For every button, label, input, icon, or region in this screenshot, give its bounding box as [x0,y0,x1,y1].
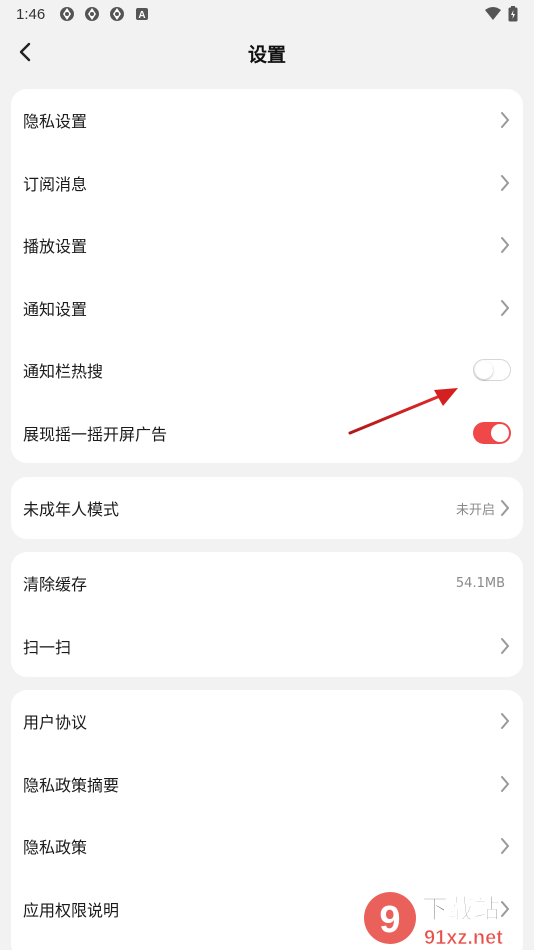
row-notification-bar-hot-search: 通知栏热搜 [11,339,523,402]
row-label: 通知设置 [23,299,88,319]
row-label: 应用权限说明 [23,900,120,920]
row-subscription-messages[interactable]: 订阅消息 [11,152,523,215]
row-label: 清除缓存 [23,575,88,595]
row-label: 扫一扫 [23,637,72,657]
row-minor-mode[interactable]: 未成年人模式 未开启 [11,477,523,539]
chevron-right-icon [501,112,510,129]
chevron-right-icon [501,713,510,730]
header: 设置 [0,30,534,74]
watermark-brand: 下载站 [422,895,500,925]
cache-size: 54.1MB [455,575,505,591]
row-label: 隐私政策摘要 [23,775,120,795]
row-label: 展现摇一摇开屏广告 [23,424,168,444]
app-notification-icon [60,7,75,21]
hot-search-toggle[interactable] [473,359,511,382]
row-notification-settings[interactable]: 通知设置 [11,277,523,340]
row-label: 播放设置 [23,237,88,257]
status-bar: 1:46 A [0,0,534,28]
svg-text:A: A [139,10,146,21]
page-title: 设置 [247,44,286,66]
watermark-emblem-icon: 9 [364,892,416,944]
row-scan[interactable]: 扫一扫 [11,615,523,678]
settings-group-tools: 清除缓存 54.1MB 扫一扫 [11,552,523,677]
status-right [484,6,518,22]
chevron-right-icon [501,299,510,316]
chevron-right-icon [501,237,510,254]
chevron-right-icon [501,838,510,855]
a-badge-icon: A [136,8,149,21]
minor-mode-status: 未开启 [455,502,495,518]
row-label: 订阅消息 [23,174,88,194]
row-privacy-settings[interactable]: 隐私设置 [11,89,523,152]
chevron-right-icon [501,500,510,517]
watermark-domain: 91xz.net [424,927,503,949]
settings-group-minor-mode: 未成年人模式 未开启 [11,477,523,539]
row-shake-splash-ad: 展现摇一摇开屏广告 [11,402,523,464]
row-clear-cache[interactable]: 清除缓存 54.1MB [11,552,523,615]
row-privacy-summary[interactable]: 隐私政策摘要 [11,753,523,816]
toggle-knob [475,360,493,379]
row-privacy-policy[interactable]: 隐私政策 [11,815,523,878]
row-user-agreement[interactable]: 用户协议 [11,690,523,753]
shake-ad-toggle[interactable] [473,421,511,444]
battery-icon [508,6,518,22]
app-notification-icon [110,7,125,21]
chevron-right-icon [501,637,510,654]
row-label: 隐私设置 [23,112,88,132]
row-label: 通知栏热搜 [23,362,104,382]
watermark-logo: 9 下载站 91xz.net [364,892,504,949]
row-label: 用户协议 [23,713,88,733]
row-playback-settings[interactable]: 播放设置 [11,214,523,277]
status-time: 1:46 [16,5,46,23]
toggle-knob [491,423,509,442]
row-label: 未成年人模式 [23,500,120,520]
app-notification-icon [85,7,100,21]
chevron-right-icon [501,775,510,792]
chevron-right-icon [501,174,510,191]
wifi-icon [485,7,501,20]
svg-text:9: 9 [379,899,400,941]
row-label: 隐私政策 [23,838,88,858]
settings-group-general: 隐私设置 订阅消息 播放设置 通知设置 通知栏热搜 展现摇一摇开屏广告 [11,89,523,463]
